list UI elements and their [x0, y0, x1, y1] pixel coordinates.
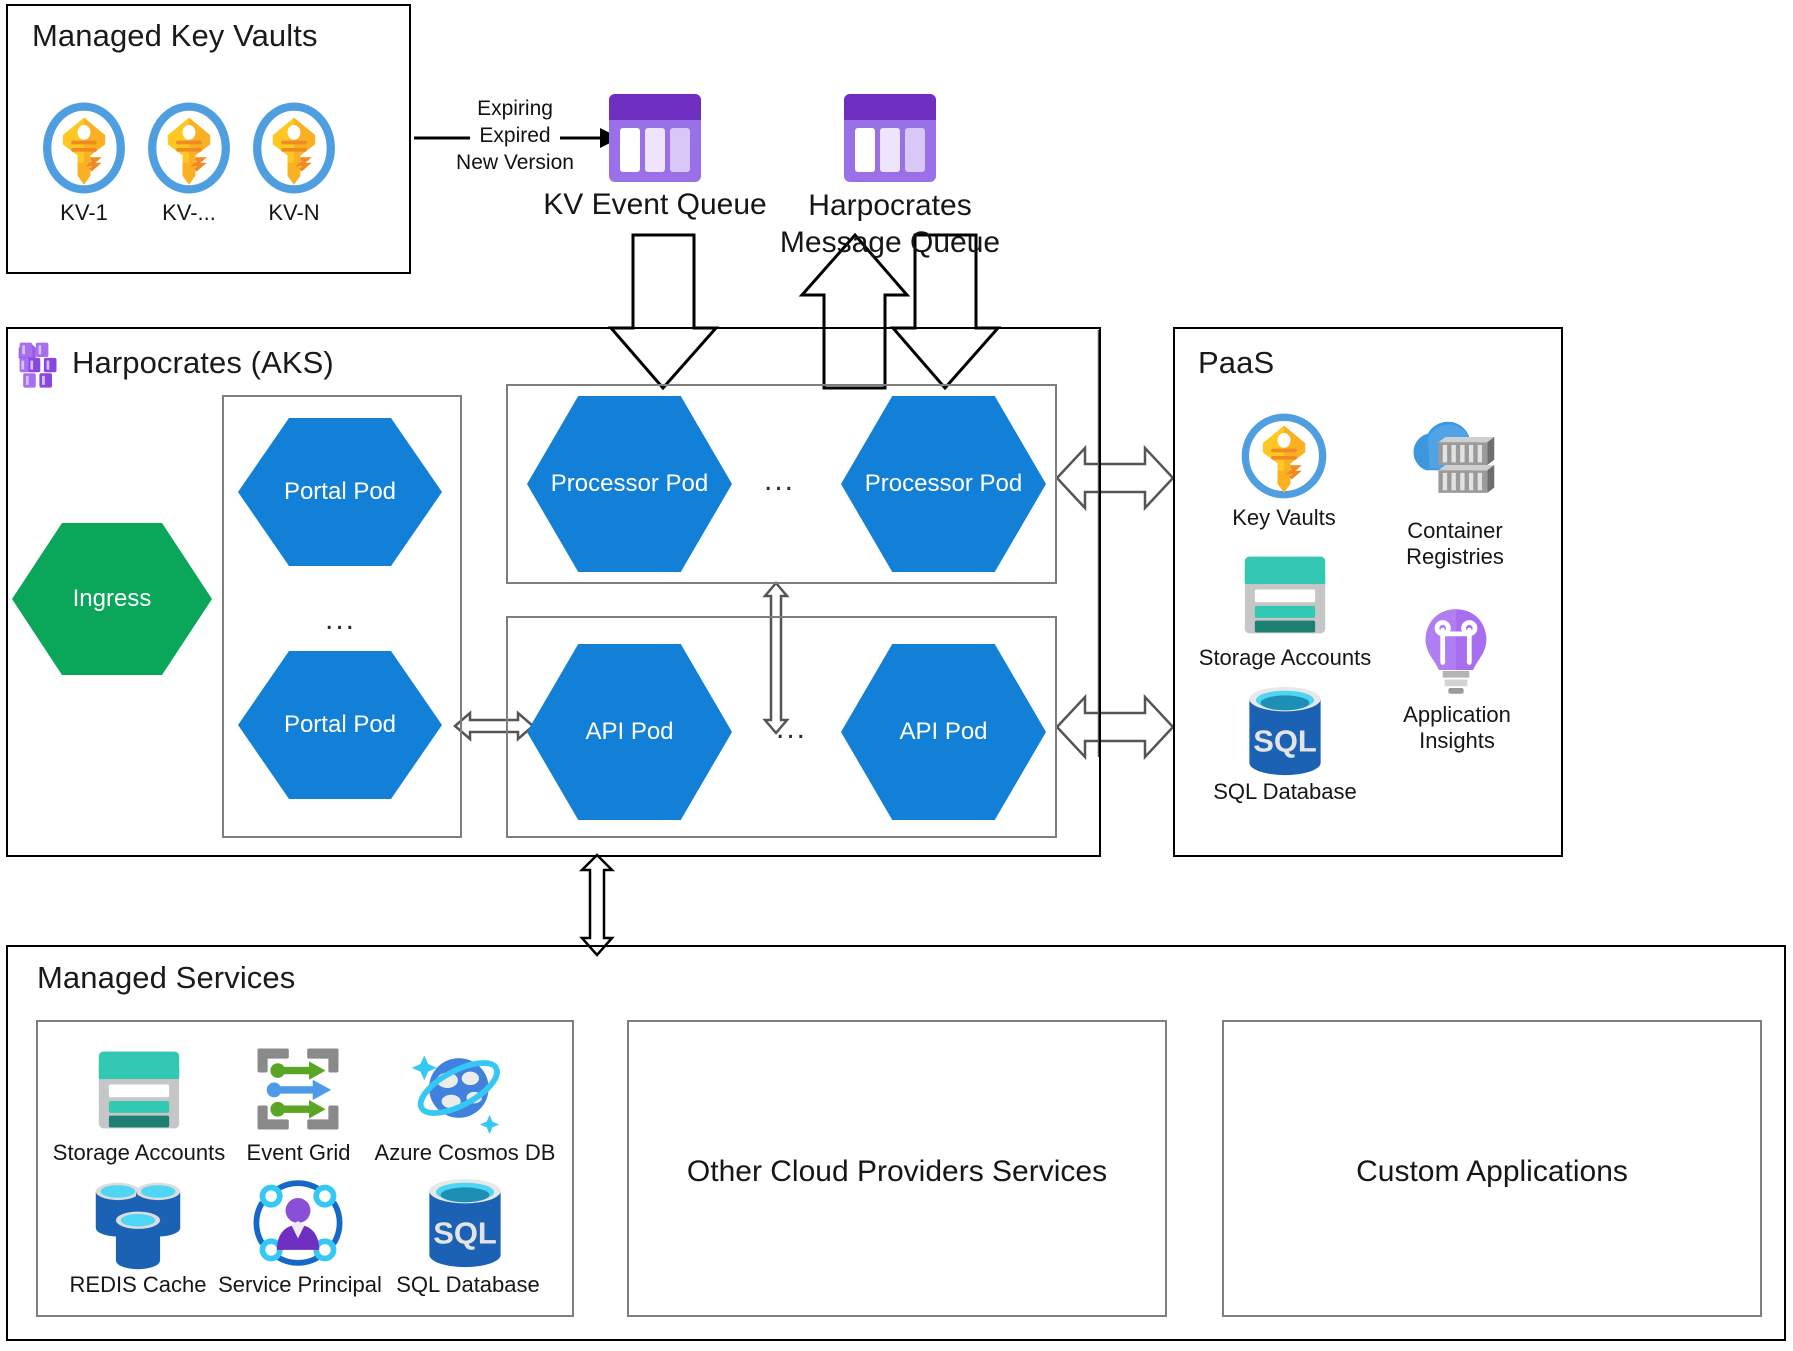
service-principal-icon [250, 1175, 346, 1271]
kv-event-edge-label: Expiring Expired New Version [456, 97, 574, 174]
other-cloud-providers-label: Other Cloud Providers Services [686, 1155, 1108, 1188]
sql-database-icon: SQL [420, 1175, 510, 1271]
harpocrates-aks-title: Harpocrates (AKS) [72, 345, 334, 380]
aks-cluster-icon [16, 339, 70, 393]
api-pod-label: API Pod [899, 718, 988, 746]
processor-pod-label: Processor Pod [550, 470, 709, 498]
key-vault-icon-glyph [253, 102, 335, 194]
paas-service-label: Storage Accounts [1198, 645, 1372, 670]
paas-service-label: SQL Database [1213, 779, 1357, 804]
key-vault-label: KV-N [268, 200, 320, 225]
key-vault-label: KV-1 [60, 200, 108, 225]
container-registry-icon [1400, 416, 1496, 500]
managed-services-title: Managed Services [37, 960, 296, 995]
key-vault-icon [248, 102, 340, 194]
storage-account-icon-glyph [98, 1051, 180, 1129]
paas-title: PaaS [1198, 345, 1275, 380]
queue-icon [840, 88, 940, 188]
sql-database-icon: SQL [1240, 683, 1330, 779]
managed-service-label: Event Grid [246, 1140, 351, 1165]
api-pod-label: API Pod [585, 718, 674, 746]
portal-pod-label: Portal Pod [283, 711, 397, 739]
custom-applications-label: Custom Applications [1356, 1155, 1628, 1188]
key-vault-icon-glyph [43, 102, 125, 194]
cosmos-db-icon-glyph [411, 1055, 500, 1135]
storage-account-icon [93, 1048, 185, 1132]
processor-pod-label: Processor Pod [864, 470, 1023, 498]
processor-pods-ellipsis: ... [764, 464, 796, 497]
key-vault-icon [1238, 410, 1330, 502]
svg-text:SQL: SQL [433, 1216, 497, 1251]
ingress-label: Ingress [72, 585, 152, 613]
queue-icon-glyph [609, 94, 701, 182]
storage-account-icon [1239, 553, 1331, 637]
aks-managed-services-double-arrow [578, 853, 616, 957]
portal-pods-ellipsis: ... [325, 603, 357, 636]
event-grid-icon-glyph [257, 1048, 339, 1130]
paas-service-label: Container Registries [1406, 518, 1504, 569]
api-pods-ellipsis: ... [776, 712, 808, 745]
managed-service-label: Azure Cosmos DB [374, 1140, 556, 1165]
managed-key-vaults-title: Managed Key Vaults [32, 18, 318, 53]
application-insights-icon [1418, 605, 1494, 697]
redis-cache-icon [88, 1178, 188, 1274]
managed-service-label: SQL Database [396, 1272, 540, 1297]
sql-database-icon-glyph: SQL [429, 1178, 501, 1268]
application-insights-icon-glyph [1425, 609, 1487, 694]
portal-pod-label: Portal Pod [283, 478, 397, 506]
managed-service-label: Service Principal [218, 1272, 382, 1297]
managed-service-label: Storage Accounts [52, 1140, 226, 1165]
event-grid-icon [252, 1043, 344, 1135]
key-vault-icon [38, 102, 130, 194]
architecture-diagram: Managed Key Vaults KV-1 KV-... KV-N Expi… [0, 0, 1793, 1351]
paas-panel [1173, 327, 1563, 857]
key-vault-label: KV-... [162, 200, 216, 225]
container-registry-icon-glyph [1413, 421, 1495, 493]
managed-service-label: REDIS Cache [69, 1272, 207, 1297]
service-principal-icon-glyph [253, 1180, 343, 1266]
queue-icon [605, 88, 705, 188]
svg-text:SQL: SQL [1253, 724, 1317, 759]
paas-service-label: Key Vaults [1232, 505, 1336, 530]
redis-cache-icon-glyph [95, 1182, 181, 1270]
key-vault-icon-glyph [1241, 413, 1327, 499]
queue-icon-glyph [844, 94, 936, 182]
cosmos-db-icon [405, 1040, 505, 1136]
harpocrates-message-queue-label: Harpocrates Message Queue [779, 189, 1001, 259]
key-vault-icon-glyph [148, 102, 230, 194]
key-vault-icon [143, 102, 235, 194]
paas-service-label: Application Insights [1403, 702, 1511, 753]
sql-database-icon-glyph: SQL [1249, 686, 1321, 776]
storage-account-icon-glyph [1244, 556, 1326, 634]
aks-cluster-icon-glyph [18, 342, 57, 388]
